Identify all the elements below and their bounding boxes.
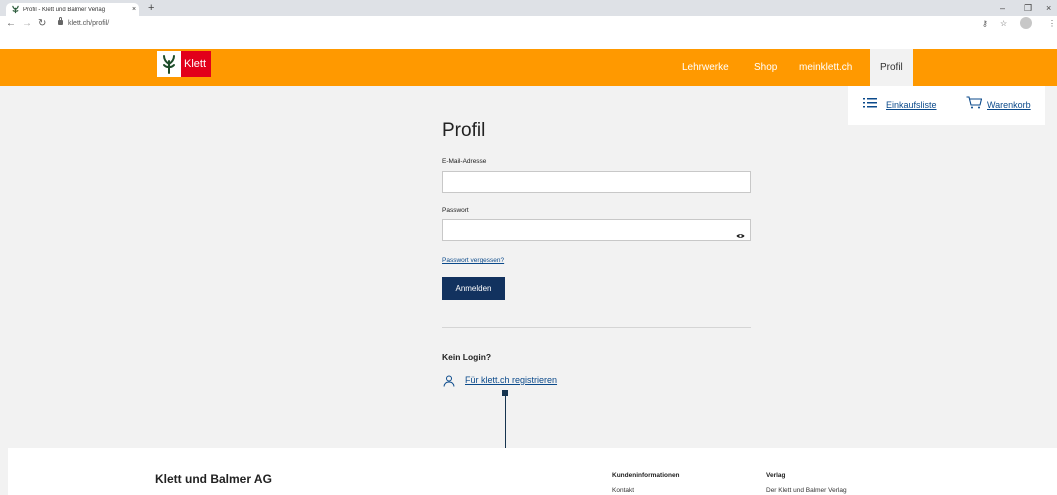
show-password-eye-icon[interactable] — [736, 226, 745, 238]
browser-menu-icon[interactable]: ⋮ — [1048, 18, 1056, 30]
tab-close-icon[interactable]: × — [129, 6, 139, 13]
klett-favicon-icon — [11, 5, 20, 14]
forward-arrow-icon[interactable]: → — [22, 17, 32, 31]
footer-link-contact[interactable]: Kontakt — [612, 487, 634, 494]
list-icon — [863, 96, 877, 114]
browser-tab-bar: Profil - Klett und Balmer Verlag × + – ❐… — [0, 0, 1057, 16]
page-title: Profil — [442, 120, 486, 141]
cart-icon — [966, 96, 983, 114]
divider — [442, 327, 751, 328]
login-button[interactable]: Anmelden — [442, 277, 505, 300]
new-tab-button[interactable]: + — [148, 2, 154, 14]
browser-tab[interactable]: Profil - Klett und Balmer Verlag × — [6, 3, 139, 16]
footer-heading-publisher: Verlag — [766, 472, 786, 479]
utility-box: Einkaufsliste Warenkorb — [848, 86, 1045, 125]
no-login-heading: Kein Login? — [442, 352, 492, 362]
nav-profil[interactable]: Profil — [870, 49, 913, 86]
browser-tab-title: Profil - Klett und Balmer Verlag — [23, 6, 106, 13]
footer-heading-customer-info: Kundeninformationen — [612, 472, 680, 479]
password-field[interactable] — [442, 219, 751, 241]
back-arrow-icon[interactable]: ← — [6, 17, 16, 31]
nav-shop[interactable]: Shop — [754, 49, 777, 86]
email-label: E-Mail-Adresse — [442, 158, 487, 165]
nav-meinklett[interactable]: meinklett.ch — [799, 49, 852, 86]
klett-leaf-icon — [157, 51, 181, 77]
url-field[interactable]: klett.ch/profil/ — [68, 18, 109, 30]
close-window-button[interactable]: × — [1046, 2, 1051, 14]
minimize-button[interactable]: – — [1000, 2, 1005, 14]
user-icon — [443, 374, 455, 387]
forgot-password-link[interactable]: Passwort vergessen? — [442, 257, 504, 264]
lock-icon — [58, 17, 63, 25]
browser-profile-avatar[interactable] — [1020, 17, 1032, 29]
footer-link-publisher[interactable]: Der Klett und Balmer Verlag — [766, 487, 847, 494]
key-icon[interactable]: ⚷ — [982, 18, 988, 30]
nav-lehrwerke[interactable]: Lehrwerke — [682, 49, 729, 86]
klett-logo[interactable]: Klett — [157, 51, 212, 77]
register-link[interactable]: Für klett.ch registrieren — [465, 375, 557, 385]
logo-wordmark: Klett — [181, 51, 212, 77]
restore-button[interactable]: ❐ — [1024, 2, 1032, 14]
address-bar-row — [0, 16, 1057, 50]
footer-company-name: Klett und Balmer AG — [155, 472, 272, 486]
reload-icon[interactable]: ↻ — [38, 17, 46, 31]
shopping-list-link[interactable]: Einkaufsliste — [886, 100, 937, 110]
bookmark-star-icon[interactable]: ☆ — [1000, 18, 1007, 30]
email-field[interactable] — [442, 171, 751, 193]
password-label: Passwort — [442, 207, 469, 214]
cart-link[interactable]: Warenkorb — [987, 100, 1031, 110]
